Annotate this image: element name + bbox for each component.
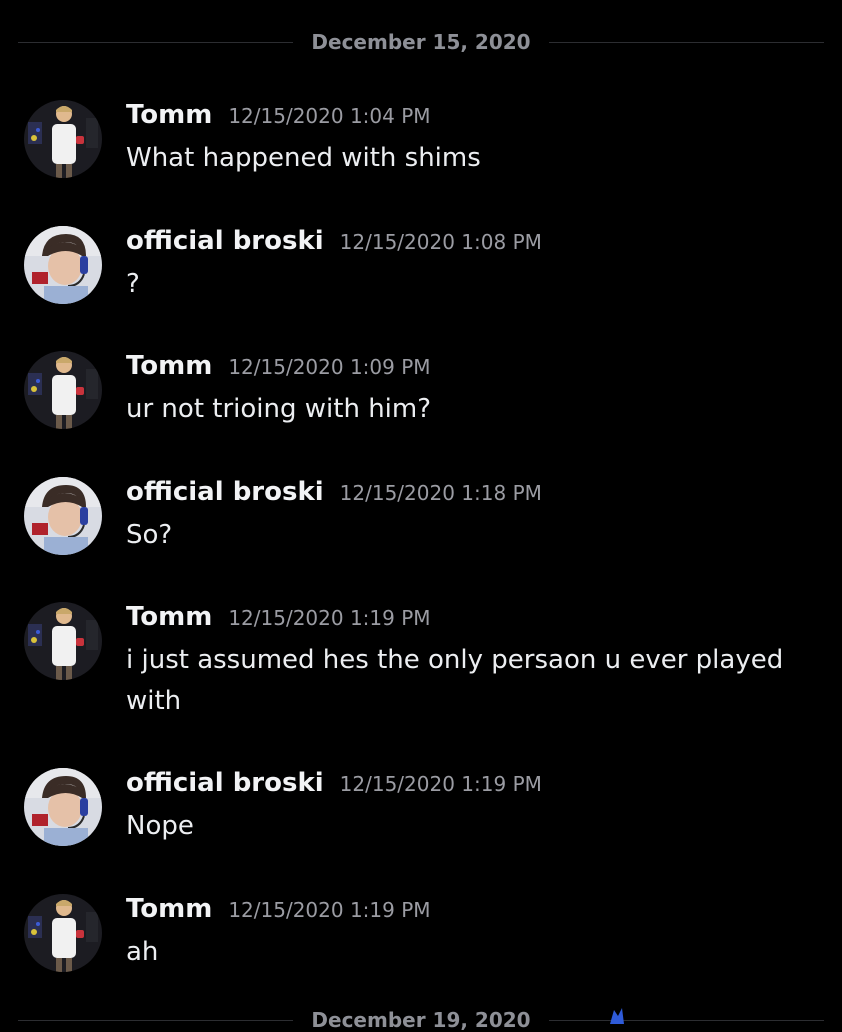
message-body: Tomm 12/15/2020 1:19 PM i just assumed h… [126, 602, 816, 722]
tomm-avatar-image [24, 351, 102, 429]
message-header: Tomm 12/15/2020 1:09 PM [126, 351, 816, 385]
message-header: Tomm 12/15/2020 1:04 PM [126, 100, 816, 134]
message-text: ? [126, 269, 140, 299]
date-divider: December 19, 2020 [18, 1008, 825, 1032]
timestamp: 12/15/2020 1:19 PM [228, 606, 431, 630]
message-body: Tomm 12/15/2020 1:04 PM What happened wi… [126, 100, 816, 179]
timestamp: 12/15/2020 1:18 PM [339, 481, 542, 505]
username[interactable]: Tomm [126, 351, 212, 381]
divider-line-right [548, 41, 825, 43]
message-text: i just assumed hes the only persaon u ev… [126, 645, 784, 716]
broski-avatar-image [24, 768, 102, 846]
avatar[interactable] [24, 100, 102, 178]
blue-emoji-icon [610, 1008, 624, 1024]
message-text: Nope [126, 811, 194, 841]
message-header: official broski 12/15/2020 1:18 PM [126, 477, 816, 511]
message-body: Tomm 12/15/2020 1:09 PM ur not trioing w… [126, 351, 816, 430]
tomm-avatar-image [24, 894, 102, 972]
message-body: Tomm 12/15/2020 1:19 PM ah [126, 894, 816, 973]
divider-line-right [548, 1019, 825, 1021]
broski-avatar-image [24, 477, 102, 555]
timestamp: 12/15/2020 1:19 PM [228, 898, 431, 922]
message-body: official broski 12/15/2020 1:08 PM ? [126, 226, 816, 305]
message-header: official broski 12/15/2020 1:19 PM [126, 768, 816, 802]
timestamp: 12/15/2020 1:04 PM [228, 104, 431, 128]
username[interactable]: official broski [126, 226, 324, 256]
message-text: ur not trioing with him? [126, 394, 432, 424]
tomm-avatar-image [24, 100, 102, 178]
timestamp: 12/15/2020 1:19 PM [339, 772, 542, 796]
divider-date-label: December 19, 2020 [311, 1008, 531, 1032]
avatar[interactable] [24, 894, 102, 972]
avatar[interactable] [24, 226, 102, 304]
avatar[interactable] [24, 477, 102, 555]
message-header: official broski 12/15/2020 1:08 PM [126, 226, 816, 260]
message-body: official broski 12/15/2020 1:19 PM Nope [126, 768, 816, 847]
message-header: Tomm 12/15/2020 1:19 PM [126, 894, 816, 928]
avatar[interactable] [24, 602, 102, 680]
broski-avatar-image [24, 226, 102, 304]
message-header: Tomm 12/15/2020 1:19 PM [126, 602, 816, 636]
message-body: official broski 12/15/2020 1:18 PM So? [126, 477, 816, 556]
username[interactable]: official broski [126, 477, 324, 507]
avatar[interactable] [24, 351, 102, 429]
username[interactable]: Tomm [126, 602, 212, 632]
username[interactable]: Tomm [126, 894, 212, 924]
date-divider: December 15, 2020 [18, 30, 825, 54]
username[interactable]: Tomm [126, 100, 212, 130]
message-text: What happened with shims [126, 143, 481, 173]
divider-line-left [18, 41, 294, 43]
message-text: ah [126, 937, 159, 967]
username[interactable]: official broski [126, 768, 324, 798]
avatar[interactable] [24, 768, 102, 846]
message-text: So? [126, 520, 173, 550]
timestamp: 12/15/2020 1:08 PM [339, 230, 542, 254]
divider-date-label: December 15, 2020 [311, 30, 531, 54]
timestamp: 12/15/2020 1:09 PM [228, 355, 431, 379]
divider-line-left [18, 1019, 294, 1021]
tomm-avatar-image [24, 602, 102, 680]
